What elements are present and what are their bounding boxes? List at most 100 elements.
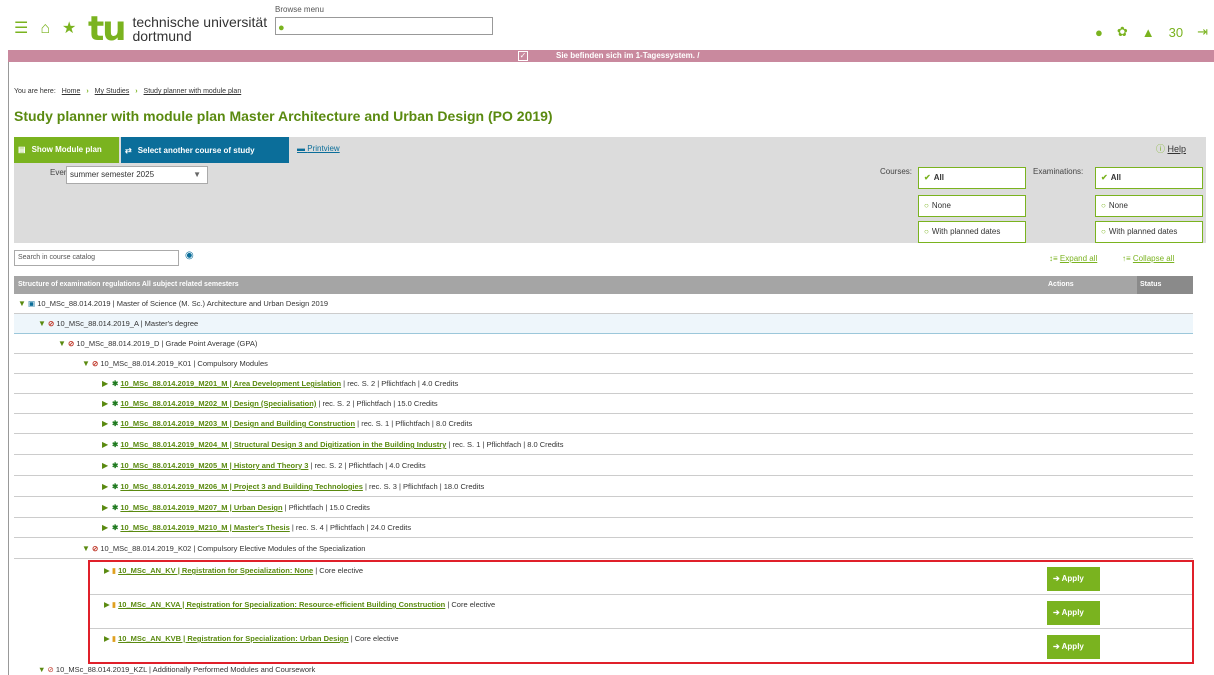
chevron-down-icon[interactable]: ▼ — [82, 539, 92, 559]
tree-k02-label: 10_MSc_88.014.2019_K02 | Compulsory Elec… — [100, 544, 366, 553]
chevron-down-icon[interactable]: ▼ — [38, 314, 48, 334]
exams-filter-none[interactable]: ○ None — [1095, 195, 1203, 217]
tree-row-level-d[interactable]: ▼ ⊘ 10_MSc_88.014.2019_D | Grade Point Av… — [14, 334, 1193, 354]
module-link[interactable]: 10_MSc_88.014.2019_M207_M | Urban Design — [120, 503, 282, 512]
help-icon: ⓘ — [1155, 144, 1165, 154]
tree-row-level-a[interactable]: ▼ ⊘ 10_MSc_88.014.2019_A | Master's degre… — [14, 314, 1193, 334]
puzzle-icon: ✱ — [112, 440, 119, 449]
exams-filter-planned[interactable]: ○ With planned dates — [1095, 221, 1203, 243]
header-status: Status — [1137, 276, 1193, 294]
chevron-right-icon[interactable]: ▶ — [102, 456, 112, 476]
exams-filter-none-label: None — [1108, 201, 1128, 210]
user-icon[interactable]: ● — [1095, 25, 1103, 40]
notification-count[interactable]: 30 — [1169, 25, 1183, 40]
logo-text: technische universität dortmund — [132, 15, 267, 43]
courses-filter-planned[interactable]: ○ With planned dates — [918, 221, 1026, 243]
logo-text-line-1: technische universität — [132, 14, 268, 30]
breadcrumb-home[interactable]: Home — [62, 88, 81, 95]
module-link[interactable]: 10_MSc_88.014.2019_M205_M | History and … — [120, 461, 308, 470]
circle-icon: ○ — [924, 227, 929, 236]
highlight-box — [88, 560, 1194, 664]
module-link[interactable]: 10_MSc_88.014.2019_M210_M | Master's The… — [120, 523, 289, 532]
breadcrumb-my-studies[interactable]: My Studies — [95, 88, 130, 95]
help-label: Help — [1167, 144, 1186, 154]
exams-filter-planned-label: With planned dates — [1108, 227, 1178, 236]
logo-text-line-2: dortmund — [132, 28, 192, 44]
courses-filter-all[interactable]: ✔ All — [918, 167, 1026, 189]
tree-row-kzl[interactable]: ▼ ⊘ 10_MSc_88.014.2019_KZL | Additionall… — [14, 665, 1193, 675]
bell-icon[interactable]: ▲ — [1142, 25, 1155, 40]
module-row[interactable]: ▶ ✱ 10_MSc_88.014.2019_M201_M | Area Deve… — [14, 374, 1193, 394]
chevron-down-icon[interactable]: ▼ — [82, 354, 92, 374]
module-link[interactable]: 10_MSc_88.014.2019_M201_M | Area Develop… — [120, 379, 341, 388]
search-icon[interactable]: ◉ — [185, 250, 194, 261]
module-link[interactable]: 10_MSc_88.014.2019_M204_M | Structural D… — [120, 440, 446, 449]
module-details: | rec. S. 3 | Pflichtfach | 18.0 Credits — [364, 482, 485, 491]
module-link[interactable]: 10_MSc_88.014.2019_M206_M | Project 3 an… — [120, 482, 362, 491]
help-link[interactable]: ⓘ Help — [1156, 142, 1186, 155]
swap-icon: ⇄ — [125, 145, 132, 155]
show-module-plan-label: Show Module plan — [31, 145, 102, 154]
tree-row-root[interactable]: ▼ ▣ 10_MSc_88.014.2019 | Master of Scienc… — [14, 294, 1193, 314]
courses-filter-none[interactable]: ○ None — [918, 195, 1026, 217]
chevron-right-icon[interactable]: ▶ — [102, 498, 112, 518]
banner-checkbox[interactable]: ✓ — [518, 51, 528, 61]
browse-menu-input[interactable]: ● — [275, 17, 493, 35]
chevron-down-icon[interactable]: ▼ — [38, 665, 45, 674]
courses-filter-planned-label: With planned dates — [931, 227, 1001, 236]
show-module-plan-button[interactable]: ▤ Show Module plan — [14, 137, 119, 163]
circle-icon: ○ — [1101, 227, 1106, 236]
check-circle-icon: ✔ — [924, 173, 931, 182]
module-row[interactable]: ▶ ✱ 10_MSc_88.014.2019_M202_M | Design (S… — [14, 394, 1193, 414]
module-row[interactable]: ▶ ✱ 10_MSc_88.014.2019_M210_M | Master's … — [14, 518, 1193, 538]
puzzle-icon: ✱ — [112, 482, 119, 491]
select-course-label: Select another course of study — [137, 145, 255, 155]
module-row[interactable]: ▶ ✱ 10_MSc_88.014.2019_M207_M | Urban Des… — [14, 498, 1193, 518]
chevron-right-icon[interactable]: ▶ — [102, 374, 112, 394]
module-row[interactable]: ▶ ✱ 10_MSc_88.014.2019_M205_M | History a… — [14, 456, 1193, 476]
chevron-right-icon[interactable]: ▶ — [102, 394, 112, 414]
module-link[interactable]: 10_MSc_88.014.2019_M203_M | Design and B… — [120, 419, 355, 428]
breadcrumb-prefix: You are here: — [14, 88, 56, 95]
university-logo[interactable]: tu technische universität dortmund — [88, 12, 267, 46]
module-row[interactable]: ▶ ✱ 10_MSc_88.014.2019_M203_M | Design an… — [14, 414, 1193, 434]
logout-icon[interactable]: ⇥ — [1197, 24, 1208, 40]
home-icon[interactable]: ⌂ — [40, 21, 50, 37]
tree-row-k01[interactable]: ▼ ⊘ 10_MSc_88.014.2019_K01 | Compulsory M… — [14, 354, 1193, 374]
star-icon[interactable]: ★ — [62, 21, 76, 37]
puzzle-icon: ✱ — [112, 461, 119, 470]
list-icon: ▤ — [18, 145, 26, 154]
printview-link[interactable]: ▬ Printview — [297, 144, 340, 153]
chevron-right-icon[interactable]: ▶ — [102, 477, 112, 497]
search-input[interactable]: Search in course catalog — [14, 250, 179, 266]
exams-filter-all[interactable]: ✔ All — [1095, 167, 1203, 189]
module-row[interactable]: ▶ ✱ 10_MSc_88.014.2019_M204_M | Structura… — [14, 435, 1193, 455]
breadcrumb-study-planner[interactable]: Study planner with module plan — [144, 88, 242, 95]
module-row[interactable]: ▶ ✱ 10_MSc_88.014.2019_M206_M | Project 3… — [14, 477, 1193, 497]
gear-icon[interactable]: ✿ — [1117, 24, 1128, 40]
chevron-right-icon[interactable]: ▶ — [102, 414, 112, 434]
printview-label: Printview — [307, 144, 340, 153]
chevron-right-icon: › — [86, 88, 89, 95]
hamburger-icon[interactable]: ☰ — [14, 21, 28, 37]
events-select[interactable]: summer semester 2025 ▼ — [66, 166, 208, 184]
expand-all-link[interactable]: ↕≡ Expand all — [1049, 254, 1097, 263]
circle-icon: ○ — [1101, 201, 1106, 210]
chevron-right-icon[interactable]: ▶ — [102, 518, 112, 538]
chevron-down-icon[interactable]: ▼ — [58, 334, 68, 354]
browse-menu-label: Browse menu — [275, 5, 324, 14]
chevron-right-icon[interactable]: ▶ — [102, 435, 112, 455]
tag-icon: ⊘ — [47, 665, 54, 674]
collapse-all-label: Collapse all — [1132, 254, 1175, 263]
tree-level-d-label: 10_MSc_88.014.2019_D | Grade Point Avera… — [76, 339, 258, 348]
collapse-all-link[interactable]: ↑≡ Collapse all — [1122, 254, 1174, 263]
top-left-icons: ☰ ⌂ ★ — [14, 21, 88, 37]
select-course-button[interactable]: ⇄ Select another course of study — [121, 137, 289, 163]
check-circle-icon: ✔ — [1101, 173, 1108, 182]
module-link[interactable]: 10_MSc_88.014.2019_M202_M | Design (Spec… — [120, 399, 316, 408]
courses-filter-none-label: None — [931, 201, 951, 210]
tree-row-k02[interactable]: ▼ ⊘ 10_MSc_88.014.2019_K02 | Compulsory E… — [14, 539, 1193, 559]
chevron-down-icon[interactable]: ▼ — [18, 294, 28, 314]
tree-k01-label: 10_MSc_88.014.2019_K01 | Compulsory Modu… — [100, 359, 268, 368]
tag-icon: ⊘ — [68, 339, 75, 348]
